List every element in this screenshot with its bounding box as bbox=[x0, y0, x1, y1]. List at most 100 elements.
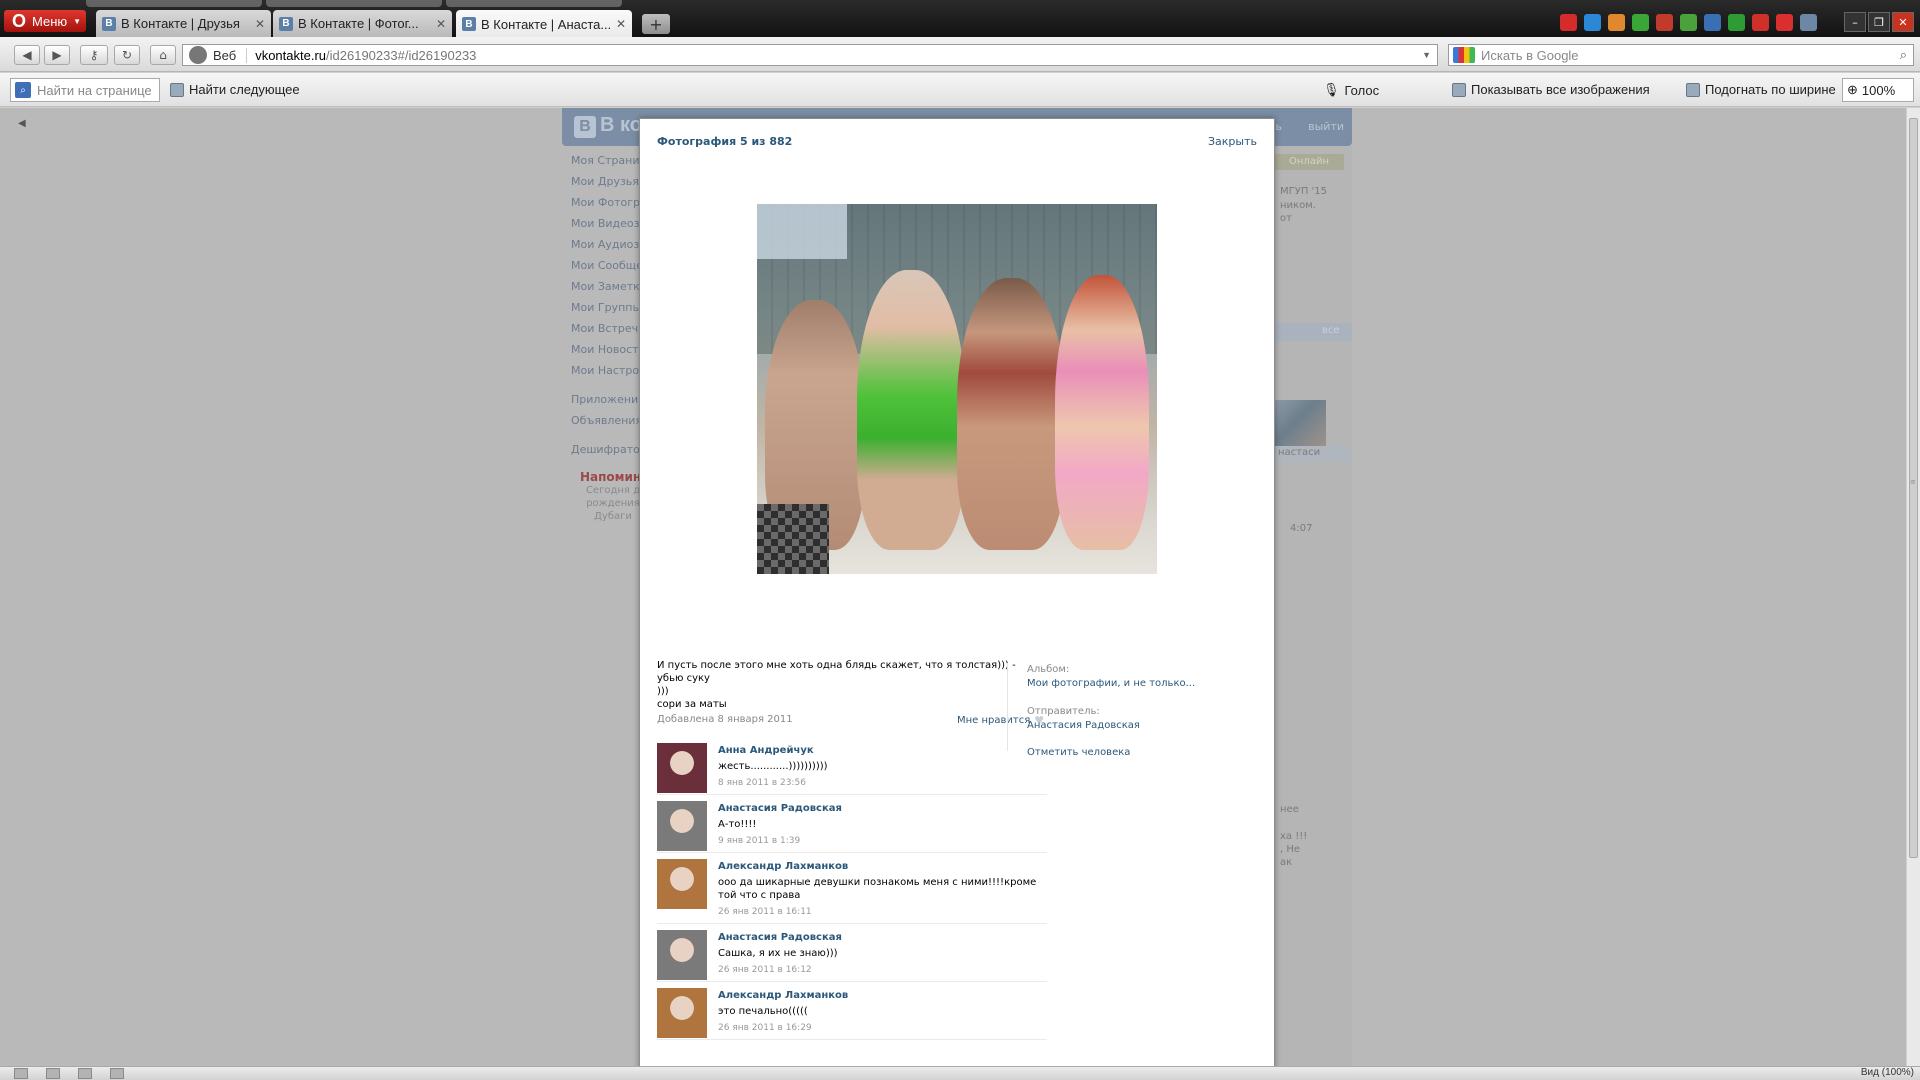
comment-author[interactable]: Анастасия Радовская bbox=[718, 801, 1047, 816]
vk-menu-item[interactable]: Приложения bbox=[562, 389, 642, 410]
vk-menu-item[interactable]: Мои Сообщения bbox=[562, 255, 642, 276]
comment-item: Анастасия Радовская Сашка, я их не знаю))… bbox=[657, 924, 1047, 982]
close-tab-icon[interactable]: ✕ bbox=[436, 17, 446, 31]
extension-icon[interactable] bbox=[1608, 14, 1625, 31]
vk-menu-item[interactable]: Мои Друзья bbox=[562, 171, 642, 192]
tab-title: В Контакте | Друзья bbox=[121, 16, 240, 31]
scrollbar-thumb[interactable] bbox=[1909, 118, 1918, 858]
tab-title: В Контакте | Анаста... bbox=[481, 16, 610, 32]
vk-menu-item[interactable]: Мои Аудиозаписи bbox=[562, 234, 642, 255]
avatar[interactable] bbox=[657, 859, 707, 909]
album-link[interactable]: Мои фотографии, и не только... bbox=[1027, 677, 1267, 691]
vk-menu-item[interactable]: Мои Фотографии bbox=[562, 192, 642, 213]
google-icon[interactable] bbox=[1453, 47, 1475, 63]
address-toolbar: ◀ ▶ ⚷ ↻ ⌂ Веб vkontakte.ru /id26190233#/… bbox=[0, 37, 1920, 72]
new-tab-button[interactable]: + bbox=[642, 14, 670, 34]
panel-toggle-icon[interactable]: ◀ bbox=[18, 118, 26, 129]
avatar[interactable] bbox=[657, 743, 707, 793]
extension-icon[interactable] bbox=[1560, 14, 1577, 31]
restore-icon[interactable]: ❐ bbox=[1868, 12, 1890, 32]
photo-image[interactable] bbox=[757, 204, 1157, 574]
back-arrow-icon: ◀ bbox=[22, 48, 32, 62]
url-input[interactable]: Веб vkontakte.ru /id26190233#/id26190233… bbox=[182, 44, 1438, 66]
vk-menu-item[interactable]: Мои Новости bbox=[562, 339, 642, 360]
avatar[interactable] bbox=[657, 801, 707, 851]
back-button[interactable]: ◀ bbox=[14, 45, 40, 65]
fit-width-button[interactable]: Подогнать по ширине bbox=[1686, 82, 1836, 97]
close-window-icon[interactable]: ✕ bbox=[1892, 12, 1914, 32]
find-on-page-input[interactable]: ⌕ Найти на странице bbox=[10, 78, 160, 102]
search-icon[interactable]: ⌕ bbox=[1900, 47, 1907, 63]
forward-button[interactable]: ▶ bbox=[44, 45, 70, 65]
panel-icon[interactable] bbox=[14, 1068, 28, 1079]
vk-menu-item[interactable]: Мои Настройки bbox=[562, 360, 642, 381]
close-viewer-link[interactable]: Закрыть bbox=[1208, 135, 1257, 148]
album-label: Альбом: bbox=[1027, 664, 1070, 675]
vk-menu-item[interactable]: Мои Заметки bbox=[562, 276, 642, 297]
plus-icon: + bbox=[649, 14, 663, 34]
search-input[interactable]: Искать в Google ⌕ bbox=[1448, 44, 1914, 66]
vk-menu-item[interactable]: Мои Видеозаписи bbox=[562, 213, 642, 234]
voice-button[interactable]: 🎙 Голос bbox=[1323, 82, 1379, 98]
comment-author[interactable]: Александр Лахманков bbox=[718, 988, 1047, 1003]
vk-feed-line: , Не bbox=[1280, 844, 1301, 855]
tab-vk-anastasia[interactable]: В В Контакте | Анаста... ✕ bbox=[456, 10, 632, 38]
vk-menu-item[interactable]: Мои Встречи bbox=[562, 318, 642, 339]
vertical-scrollbar[interactable]: ≡ bbox=[1906, 108, 1920, 1066]
ghost-tab bbox=[86, 0, 262, 7]
extension-icon[interactable] bbox=[1632, 14, 1649, 31]
extension-icon[interactable] bbox=[1656, 14, 1673, 31]
vk-all-link[interactable]: все bbox=[1322, 325, 1392, 336]
vk-menu-item[interactable]: Моя Страница bbox=[562, 150, 642, 171]
extension-icon[interactable] bbox=[1800, 14, 1817, 31]
home-button[interactable]: ⌂ bbox=[150, 45, 176, 65]
close-tab-icon[interactable]: ✕ bbox=[616, 17, 626, 31]
extension-icon[interactable] bbox=[1728, 14, 1745, 31]
voice-label: Голос bbox=[1344, 82, 1380, 98]
photo-person bbox=[1055, 275, 1149, 550]
extension-icon[interactable] bbox=[1704, 14, 1721, 31]
tag-person-link[interactable]: Отметить человека bbox=[1027, 747, 1267, 758]
vk-logout-link[interactable]: выйти bbox=[1308, 120, 1344, 133]
opera-menu-button[interactable]: O Меню ▼ bbox=[4, 10, 86, 32]
vk-favicon-icon: В bbox=[462, 17, 476, 31]
comment-author[interactable]: Александр Лахманков bbox=[718, 859, 1047, 874]
tab-vk-friends[interactable]: В В Контакте | Друзья ✕ bbox=[96, 10, 271, 37]
avatar[interactable] bbox=[657, 988, 707, 1038]
vk-header-link[interactable]: ь bbox=[1276, 120, 1282, 133]
vk-menu-item[interactable]: Объявления bbox=[562, 410, 642, 431]
speed-dial-icon[interactable] bbox=[110, 1068, 124, 1079]
url-host: vkontakte.ru bbox=[255, 47, 327, 63]
comment-author[interactable]: Анастасия Радовская bbox=[718, 930, 1047, 945]
vk-menu-item[interactable]: Мои Группы bbox=[562, 297, 642, 318]
sync-icon[interactable] bbox=[78, 1068, 92, 1079]
comment-item: Александр Лахманков ооо да шикарные девуш… bbox=[657, 853, 1047, 924]
extension-icon[interactable] bbox=[1584, 14, 1601, 31]
sender-link[interactable]: Анастасия Радовская bbox=[1027, 719, 1267, 733]
show-images-button[interactable]: Показывать все изображения bbox=[1452, 82, 1650, 97]
reload-button[interactable]: ↻ bbox=[114, 45, 140, 65]
menu-divider bbox=[562, 381, 642, 389]
extension-icon[interactable] bbox=[1752, 14, 1769, 31]
turbo-icon[interactable] bbox=[46, 1068, 60, 1079]
vk-profile-line: ником. bbox=[1280, 200, 1316, 211]
extension-icon[interactable] bbox=[1776, 14, 1793, 31]
chevron-down-icon[interactable]: ▼ bbox=[1422, 50, 1431, 60]
vk-menu-item[interactable]: Дешифратор bbox=[562, 439, 642, 460]
vk-feed-line: ак bbox=[1280, 857, 1293, 868]
ghost-tab bbox=[446, 0, 622, 7]
status-zoom[interactable]: Вид (100%) bbox=[1861, 1067, 1914, 1078]
security-button[interactable]: ⚷ bbox=[80, 45, 108, 65]
tab-vk-photos[interactable]: В В Контакте | Фотог... ✕ bbox=[273, 10, 452, 37]
minimize-icon[interactable]: – bbox=[1844, 12, 1866, 32]
close-tab-icon[interactable]: ✕ bbox=[255, 17, 265, 31]
comment-author[interactable]: Анна Андрейчук bbox=[718, 743, 1047, 758]
window-controls: – ❐ ✕ bbox=[1844, 12, 1914, 32]
comment-text: ооо да шикарные девушки познакомь меня с… bbox=[718, 877, 1037, 901]
find-next-button[interactable]: Найти следующее bbox=[170, 82, 300, 97]
reload-icon: ↻ bbox=[121, 48, 133, 62]
photo-person bbox=[957, 278, 1065, 550]
zoom-select[interactable]: ⊕ 100% bbox=[1842, 78, 1914, 102]
extension-icon[interactable] bbox=[1680, 14, 1697, 31]
avatar[interactable] bbox=[657, 930, 707, 980]
